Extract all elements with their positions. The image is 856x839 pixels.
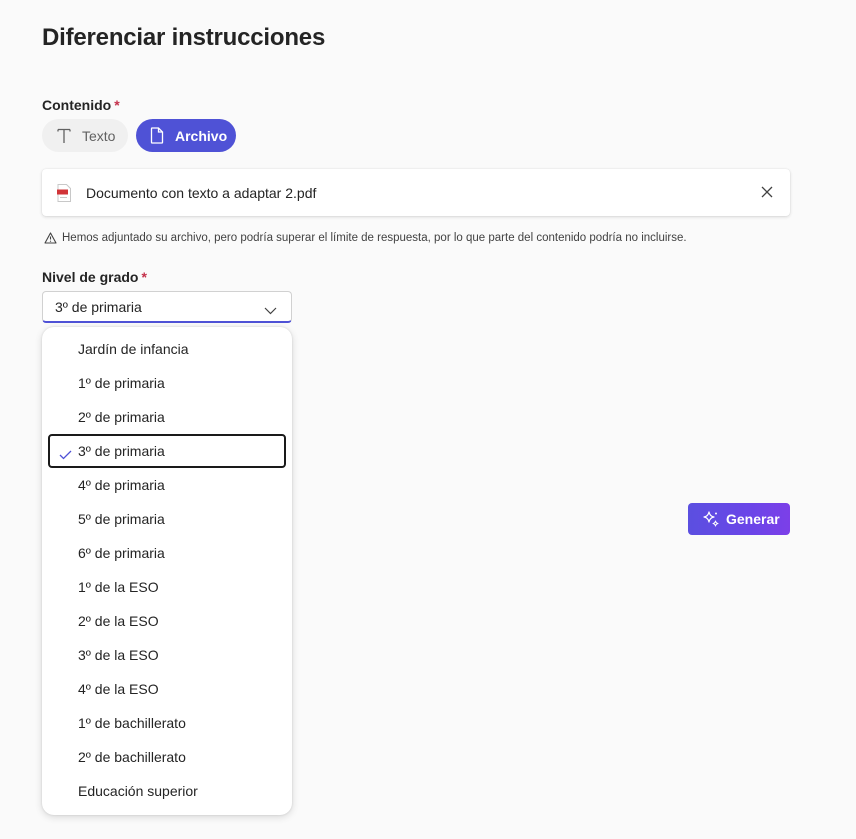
- chevron-down-icon: [264, 302, 277, 315]
- document-icon: [149, 127, 165, 145]
- grade-option[interactable]: 2º de la ESO: [48, 604, 286, 638]
- grade-select[interactable]: 3º de primaria: [42, 291, 292, 323]
- grade-option[interactable]: 3º de la ESO: [48, 638, 286, 672]
- archivo-label: Archivo: [175, 127, 228, 144]
- file-name: Documento con texto a adaptar 2.pdf: [86, 185, 317, 201]
- grade-option[interactable]: 1º de la ESO: [48, 570, 286, 604]
- sparkle-icon: [702, 510, 720, 528]
- texto-toggle-button[interactable]: Texto: [42, 119, 128, 152]
- grade-option-label: 3º de primaria: [78, 443, 165, 459]
- page: Diferenciar instrucciones Contenido * Tex…: [0, 0, 856, 839]
- grade-option-label: 2º de la ESO: [78, 613, 159, 629]
- checkmark-icon: [59, 447, 72, 460]
- warning-icon: [44, 232, 57, 244]
- grade-option-label: 1º de la ESO: [78, 579, 159, 595]
- grade-option[interactable]: Educación superior: [48, 774, 286, 808]
- warning-text: Hemos adjuntado su archivo, pero podría …: [62, 232, 687, 244]
- grade-select-value: 3º de primaria: [55, 298, 142, 315]
- texto-label: Texto: [82, 127, 116, 144]
- generate-label: Generar: [726, 511, 780, 527]
- grade-option[interactable]: 6º de primaria: [48, 536, 286, 570]
- grade-option[interactable]: Jardín de infancia: [48, 332, 286, 366]
- grade-option-label: 6º de primaria: [78, 545, 165, 561]
- grade-label-text: Nivel de grado: [42, 269, 139, 285]
- grade-option-label: 2º de bachillerato: [78, 749, 186, 765]
- archivo-toggle-button[interactable]: Archivo: [136, 119, 236, 152]
- page-title: Diferenciar instrucciones: [42, 24, 326, 51]
- file-size-warning: Hemos adjuntado su archivo, pero podría …: [44, 232, 687, 244]
- grade-option[interactable]: 4º de primaria: [48, 468, 286, 502]
- grade-option[interactable]: 3º de primaria: [48, 434, 286, 468]
- required-mark: *: [141, 269, 147, 285]
- pdf-file-icon: [57, 184, 71, 202]
- attached-file-card: Documento con texto a adaptar 2.pdf: [42, 169, 790, 216]
- grade-option[interactable]: 2º de bachillerato: [48, 740, 286, 774]
- grade-option-label: Jardín de infancia: [78, 341, 189, 357]
- grade-option-label: 4º de la ESO: [78, 681, 159, 697]
- grade-option-label: Educación superior: [78, 783, 198, 799]
- grade-option[interactable]: 1º de primaria: [48, 366, 286, 400]
- content-label-text: Contenido: [42, 97, 112, 113]
- grade-option-label: 3º de la ESO: [78, 647, 159, 663]
- required-mark: *: [114, 97, 120, 113]
- grade-option-label: 4º de primaria: [78, 477, 165, 493]
- grade-option[interactable]: 2º de primaria: [48, 400, 286, 434]
- text-icon: [56, 127, 72, 145]
- content-label: Contenido *: [42, 97, 120, 113]
- grade-label: Nivel de grado *: [42, 269, 147, 285]
- grade-dropdown-list: Jardín de infancia 1º de primaria 2º de pr…: [42, 327, 292, 815]
- close-icon: [761, 186, 773, 198]
- grade-option-label: 2º de primaria: [78, 409, 165, 425]
- grade-option[interactable]: 4º de la ESO: [48, 672, 286, 706]
- grade-option-label: 1º de primaria: [78, 375, 165, 391]
- grade-option-label: 5º de primaria: [78, 511, 165, 527]
- grade-option-label: 1º de bachillerato: [78, 715, 186, 731]
- grade-option[interactable]: 1º de bachillerato: [48, 706, 286, 740]
- generate-button[interactable]: Generar: [688, 503, 790, 535]
- remove-file-button[interactable]: [760, 185, 774, 199]
- grade-option[interactable]: 5º de primaria: [48, 502, 286, 536]
